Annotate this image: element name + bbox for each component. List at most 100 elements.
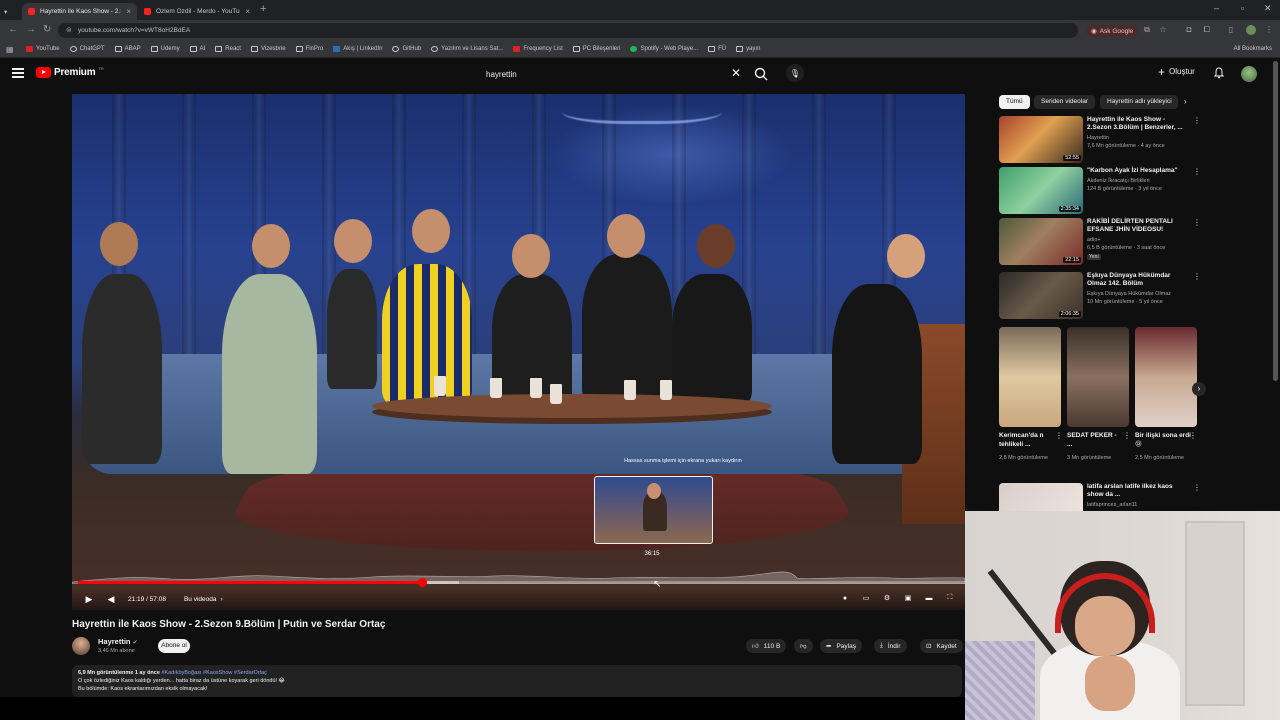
chip-series[interactable]: Seriden videolar xyxy=(1034,95,1095,109)
more-options-icon[interactable]: ⋮ xyxy=(1193,167,1201,176)
scrubber-handle[interactable] xyxy=(418,578,428,587)
browser-menu-icon[interactable]: ⋮ xyxy=(1264,25,1274,35)
forward-icon[interactable]: → xyxy=(26,24,36,35)
extensions-puzzle-icon[interactable]: ⧠ xyxy=(1202,25,1212,35)
recommendation-title[interactable]: RAKİBİ DELİRTEN PENTALI EFSANE JHİN VİDE… xyxy=(1087,218,1185,234)
all-bookmarks-button[interactable]: All Bookmarks xyxy=(1234,46,1272,52)
recommendation-channel[interactable]: latifaprinces_arlan11 xyxy=(1087,502,1137,508)
recommendation-title[interactable]: Hayrettin ile Kaos Show - 2.Sezon 3.Bölü… xyxy=(1087,116,1185,132)
bookmark-item[interactable]: FinPro xyxy=(295,46,323,52)
tab-active[interactable]: Hayrettin ile Kaos Show - 2.Sezo × xyxy=(22,3,137,20)
recommendation-channel[interactable]: Akdeniz İkracatçı Birlikleri xyxy=(1087,178,1150,184)
install-app-icon[interactable]: ⧉ xyxy=(1142,25,1152,35)
sidepanel-icon[interactable]: ▯ xyxy=(1226,25,1236,35)
bookmark-item[interactable]: AI xyxy=(189,46,205,52)
hamburger-menu-icon[interactable] xyxy=(12,68,24,78)
recommendation-item[interactable]: 2:35:34 "Karbon Ayak İzi Hesaplama" Akde… xyxy=(999,167,1201,217)
notifications-bell-icon[interactable] xyxy=(1213,67,1225,79)
subscribe-button[interactable]: Abone ol xyxy=(158,639,190,653)
more-options-icon[interactable]: ⋮ xyxy=(1193,218,1201,227)
account-avatar[interactable] xyxy=(1241,66,1257,82)
channel-avatar[interactable] xyxy=(72,637,90,655)
short-thumbnail[interactable] xyxy=(1135,327,1197,427)
theater-mode-icon[interactable]: ▬ xyxy=(924,593,934,603)
settings-gear-icon[interactable]: ⚙ xyxy=(882,593,892,603)
miniplayer-icon[interactable]: ▣ xyxy=(903,593,913,603)
recommendation-channel[interactable]: Eşkıya Dünyaya Hükümdar Olmaz xyxy=(1087,291,1171,297)
reload-icon[interactable]: ↻ xyxy=(43,24,51,35)
chevron-right-icon[interactable]: › xyxy=(1192,382,1206,396)
bookmark-item[interactable]: ABAP xyxy=(114,46,141,52)
new-tab-button[interactable]: + xyxy=(260,3,266,15)
chevron-right-icon[interactable]: › xyxy=(1184,97,1187,106)
extension-icon[interactable]: ◘ xyxy=(1184,25,1194,35)
recommendation-item[interactable]: 22:15 RAKİBİ DELİRTEN PENTALI EFSANE JHİ… xyxy=(999,218,1201,268)
short-title[interactable]: Kerimcan'da n tehlikeli ... xyxy=(999,431,1055,449)
video-thumbnail[interactable]: 22:15 xyxy=(999,218,1083,265)
autoplay-toggle-icon[interactable]: ● xyxy=(840,593,850,603)
bookmark-item[interactable]: Akış | LinkedIn xyxy=(333,46,382,52)
short-thumbnail[interactable] xyxy=(999,327,1061,427)
bookmark-star-icon[interactable]: ☆ xyxy=(1158,25,1168,35)
tab-inactive[interactable]: Özlem Özdil - Merdo - YouTube × xyxy=(138,3,256,20)
chapter-button[interactable]: Bu videoda xyxy=(184,596,217,603)
video-thumbnail[interactable]: 2:35:34 xyxy=(999,167,1083,214)
bookmark-item[interactable]: Yazılım ve Lisans Sat... xyxy=(431,46,503,52)
site-info-icon[interactable]: ⊜ xyxy=(66,26,72,34)
subtitles-icon[interactable]: ▭ xyxy=(861,593,871,603)
bookmark-item[interactable]: Frequency List xyxy=(513,46,563,52)
progress-bar[interactable] xyxy=(78,578,965,587)
short-title[interactable]: Bir ilişki sona erdi 😢 xyxy=(1135,431,1191,449)
more-options-icon[interactable]: ⋮ xyxy=(1193,272,1201,281)
bookmark-item[interactable]: React xyxy=(215,46,241,52)
recommendation-title[interactable]: latifa arslan latife ilkez kaos show da … xyxy=(1087,483,1185,499)
save-button[interactable]: ⊡ Kaydet xyxy=(920,639,963,653)
bookmark-item[interactable]: FÜ xyxy=(708,46,726,52)
short-thumbnail[interactable] xyxy=(1067,327,1129,427)
maximize-icon[interactable]: ▫ xyxy=(1241,3,1244,13)
video-thumbnail[interactable]: 2:06:35 xyxy=(999,272,1083,319)
recommendation-title[interactable]: "Karbon Ayak İzi Hesaplama" xyxy=(1087,167,1185,175)
channel-name[interactable]: Hayrettin ✔ xyxy=(98,637,138,646)
hashtags[interactable]: #KadıköyBoğası #KaosShow #SerdarOrtaç xyxy=(161,670,266,676)
play-icon[interactable]: ▶ xyxy=(84,594,94,604)
bookmark-item[interactable]: Udemy xyxy=(150,46,180,52)
recommendation-title[interactable]: Eşkıya Dünyaya Hükümdar Olmaz 142. Bölüm xyxy=(1087,272,1185,288)
chip-all[interactable]: Tümü xyxy=(999,95,1030,109)
bookmark-item[interactable]: Vizesbrie xyxy=(250,46,286,52)
window-close-icon[interactable]: ✕ xyxy=(1264,3,1272,14)
dislike-button[interactable]: 👎︎ xyxy=(794,639,813,653)
short-title[interactable]: SEDAT PEKER - ... xyxy=(1067,431,1123,449)
minimize-icon[interactable]: – xyxy=(1214,3,1219,13)
more-options-icon[interactable]: ⋮ xyxy=(1055,431,1063,440)
bookmark-item[interactable]: PC Bileşenleri xyxy=(572,46,620,52)
more-options-icon[interactable]: ⋮ xyxy=(1123,431,1131,440)
back-icon[interactable]: ← xyxy=(8,24,18,35)
recommendation-channel[interactable]: adio+ xyxy=(1087,237,1101,243)
recommendation-channel[interactable]: Hayrettin xyxy=(1087,135,1109,141)
like-button[interactable]: 👍︎ 110 B xyxy=(746,639,787,653)
tab-search-button[interactable]: ▾ xyxy=(4,3,16,20)
video-thumbnail[interactable]: 52:55 xyxy=(999,116,1083,163)
download-button[interactable]: ⤓ İndir xyxy=(874,639,907,653)
voice-search-icon[interactable]: 🎙︎ xyxy=(786,64,804,82)
apps-icon[interactable]: ▦ xyxy=(6,45,14,54)
more-options-icon[interactable]: ⋮ xyxy=(1193,483,1201,492)
bookmark-item[interactable]: ChatGPT xyxy=(69,46,105,52)
bookmark-item[interactable]: YouTube xyxy=(26,46,60,52)
volume-icon[interactable]: ◀︎ xyxy=(106,594,116,604)
fullscreen-icon[interactable]: ⛶ xyxy=(945,593,955,603)
chip-uploader[interactable]: Hayrettin adlı yükleyici xyxy=(1100,95,1178,109)
bookmark-item[interactable]: Spotify - Web Playe... xyxy=(630,46,698,52)
search-input[interactable]: hayrettin xyxy=(478,64,748,84)
recommendation-item[interactable]: 2:06:35 Eşkıya Dünyaya Hükümdar Olmaz 14… xyxy=(999,272,1201,322)
create-button[interactable]: + Oluştur xyxy=(1158,66,1195,78)
address-bar[interactable]: ⊜ youtube.com/watch?v=vWT8oH2BdEA xyxy=(58,23,1078,38)
video-player[interactable]: Hassas sunma işlemi için ekrana yukarı k… xyxy=(72,94,965,610)
share-button[interactable]: ➦ Paylaş xyxy=(820,639,862,653)
ask-google-button[interactable]: ◉ Ask Google xyxy=(1086,25,1139,37)
more-options-icon[interactable]: ⋮ xyxy=(1189,431,1197,440)
youtube-logo[interactable]: Premium TR xyxy=(36,66,104,78)
bookmark-item[interactable]: GitHub xyxy=(392,46,421,52)
search-icon[interactable] xyxy=(753,66,769,82)
